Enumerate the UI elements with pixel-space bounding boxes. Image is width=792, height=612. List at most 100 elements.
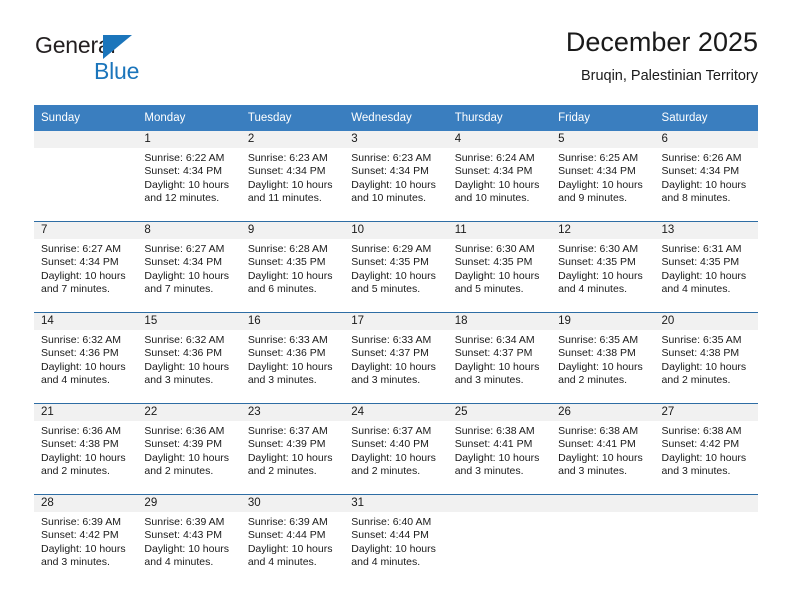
- day-cell[interactable]: 21 Sunrise: 6:36 AM Sunset: 4:38 PM Dayl…: [34, 403, 138, 495]
- sunset-text: Sunset: 4:34 PM: [247, 165, 326, 178]
- day-number: 2: [240, 131, 345, 148]
- day-cell[interactable]: [34, 131, 138, 222]
- day-cell[interactable]: [551, 494, 655, 585]
- day-cell[interactable]: 13 Sunrise: 6:31 AM Sunset: 4:35 PM Dayl…: [654, 221, 758, 313]
- sunset-text: Sunset: 4:38 PM: [661, 347, 740, 360]
- sunrise-text: Sunrise: 6:39 AM: [247, 516, 328, 528]
- sunset-text: Sunset: 4:38 PM: [558, 347, 636, 360]
- sunrise-text: Sunrise: 6:40 AM: [351, 516, 432, 528]
- day-cell[interactable]: 28 Sunrise: 6:39 AM Sunset: 4:42 PM Dayl…: [34, 494, 138, 585]
- day-cell[interactable]: 23 Sunrise: 6:37 AM Sunset: 4:39 PM Dayl…: [240, 403, 345, 495]
- day-cell[interactable]: 16 Sunrise: 6:33 AM Sunset: 4:36 PM Dayl…: [240, 312, 345, 404]
- daylight-text-line1: Daylight: 10 hours: [144, 178, 230, 191]
- daylight-text-line1: Daylight: 10 hours: [661, 269, 747, 282]
- daylight-text-line2: and 4 minutes.: [661, 283, 731, 296]
- day-cell[interactable]: 6 Sunrise: 6:26 AM Sunset: 4:34 PM Dayli…: [654, 131, 758, 222]
- day-cell[interactable]: 15 Sunrise: 6:32 AM Sunset: 4:36 PM Dayl…: [137, 312, 241, 404]
- daylight-text-line1: Daylight: 10 hours: [247, 542, 333, 555]
- day-info: [655, 512, 758, 516]
- day-info: Sunrise: 6:33 AM Sunset: 4:37 PM Dayligh…: [344, 330, 447, 388]
- day-number: [551, 495, 655, 512]
- daylight-text-line2: and 4 minutes.: [351, 556, 421, 569]
- day-cell[interactable]: 4 Sunrise: 6:24 AM Sunset: 4:34 PM Dayli…: [447, 131, 552, 222]
- day-cell[interactable]: 26 Sunrise: 6:38 AM Sunset: 4:41 PM Dayl…: [551, 403, 655, 495]
- day-number: 11: [447, 222, 552, 239]
- day-cell[interactable]: 12 Sunrise: 6:30 AM Sunset: 4:35 PM Dayl…: [551, 221, 655, 313]
- day-cell[interactable]: 3 Sunrise: 6:23 AM Sunset: 4:34 PM Dayli…: [344, 131, 448, 222]
- day-cell[interactable]: 30 Sunrise: 6:39 AM Sunset: 4:44 PM Dayl…: [240, 494, 345, 585]
- daylight-text-line2: and 2 minutes.: [661, 374, 731, 387]
- day-cell[interactable]: [447, 494, 552, 585]
- day-number: 25: [447, 404, 552, 421]
- day-number: 17: [344, 313, 448, 330]
- weekday-header-tuesday: Tuesday: [240, 105, 345, 131]
- day-info: Sunrise: 6:25 AM Sunset: 4:34 PM Dayligh…: [551, 148, 654, 206]
- day-number: 4: [447, 131, 552, 148]
- day-cell[interactable]: 8 Sunrise: 6:27 AM Sunset: 4:34 PM Dayli…: [137, 221, 241, 313]
- sunset-text: Sunset: 4:39 PM: [144, 438, 223, 451]
- page-title: December 2025: [565, 27, 758, 57]
- sunset-text: Sunset: 4:38 PM: [41, 438, 119, 451]
- day-number: 27: [654, 404, 758, 421]
- sunset-text: Sunset: 4:35 PM: [454, 256, 533, 269]
- sunset-text: Sunset: 4:42 PM: [661, 438, 740, 451]
- sunrise-text: Sunrise: 6:37 AM: [351, 425, 432, 437]
- day-number: 29: [137, 495, 241, 512]
- day-info: Sunrise: 6:29 AM Sunset: 4:35 PM Dayligh…: [344, 239, 447, 297]
- day-cell[interactable]: 27 Sunrise: 6:38 AM Sunset: 4:42 PM Dayl…: [654, 403, 758, 495]
- day-cell[interactable]: 22 Sunrise: 6:36 AM Sunset: 4:39 PM Dayl…: [137, 403, 241, 495]
- day-cell[interactable]: 31 Sunrise: 6:40 AM Sunset: 4:44 PM Dayl…: [344, 494, 448, 585]
- general-blue-logo[interactable]: General Blue: [34, 32, 194, 90]
- day-info: Sunrise: 6:32 AM Sunset: 4:36 PM Dayligh…: [137, 330, 240, 388]
- sunset-text: Sunset: 4:35 PM: [661, 256, 740, 269]
- day-cell[interactable]: 11 Sunrise: 6:30 AM Sunset: 4:35 PM Dayl…: [447, 221, 552, 313]
- daylight-text-line2: and 2 minutes.: [247, 465, 317, 478]
- day-number: 20: [654, 313, 758, 330]
- sunrise-text: Sunrise: 6:31 AM: [661, 243, 742, 255]
- sunrise-text: Sunrise: 6:24 AM: [454, 152, 535, 164]
- day-cell[interactable]: 2 Sunrise: 6:23 AM Sunset: 4:34 PM Dayli…: [240, 131, 345, 222]
- sunset-text: Sunset: 4:35 PM: [351, 256, 429, 269]
- day-cell[interactable]: 5 Sunrise: 6:25 AM Sunset: 4:34 PM Dayli…: [551, 131, 655, 222]
- day-info: Sunrise: 6:30 AM Sunset: 4:35 PM Dayligh…: [551, 239, 654, 297]
- daylight-text-line2: and 3 minutes.: [247, 374, 317, 387]
- day-cell[interactable]: 10 Sunrise: 6:29 AM Sunset: 4:35 PM Dayl…: [344, 221, 448, 313]
- day-info: Sunrise: 6:24 AM Sunset: 4:34 PM Dayligh…: [448, 148, 551, 206]
- day-cell[interactable]: 19 Sunrise: 6:35 AM Sunset: 4:38 PM Dayl…: [551, 312, 655, 404]
- daylight-text-line1: Daylight: 10 hours: [247, 178, 333, 191]
- daylight-text-line2: and 3 minutes.: [41, 556, 110, 569]
- day-cell[interactable]: 14 Sunrise: 6:32 AM Sunset: 4:36 PM Dayl…: [34, 312, 138, 404]
- sunrise-text: Sunrise: 6:35 AM: [661, 334, 742, 346]
- day-info: Sunrise: 6:39 AM Sunset: 4:44 PM Dayligh…: [241, 512, 344, 570]
- day-cell[interactable]: 20 Sunrise: 6:35 AM Sunset: 4:38 PM Dayl…: [654, 312, 758, 404]
- daylight-text-line1: Daylight: 10 hours: [41, 360, 126, 373]
- sunrise-text: Sunrise: 6:33 AM: [247, 334, 328, 346]
- daylight-text-line2: and 5 minutes.: [351, 283, 421, 296]
- sunrise-text: Sunrise: 6:23 AM: [247, 152, 328, 164]
- day-cell[interactable]: 25 Sunrise: 6:38 AM Sunset: 4:41 PM Dayl…: [447, 403, 552, 495]
- day-number: 26: [551, 404, 655, 421]
- day-cell[interactable]: 24 Sunrise: 6:37 AM Sunset: 4:40 PM Dayl…: [344, 403, 448, 495]
- day-cell[interactable]: 1 Sunrise: 6:22 AM Sunset: 4:34 PM Dayli…: [137, 131, 241, 222]
- daylight-text-line1: Daylight: 10 hours: [247, 269, 333, 282]
- day-cell[interactable]: 9 Sunrise: 6:28 AM Sunset: 4:35 PM Dayli…: [240, 221, 345, 313]
- day-number: 7: [34, 222, 138, 239]
- daylight-text-line1: Daylight: 10 hours: [144, 542, 230, 555]
- daylight-text-line2: and 10 minutes.: [351, 192, 426, 205]
- day-info: Sunrise: 6:26 AM Sunset: 4:34 PM Dayligh…: [655, 148, 758, 206]
- daylight-text-line2: and 3 minutes.: [144, 374, 214, 387]
- day-cell[interactable]: 7 Sunrise: 6:27 AM Sunset: 4:34 PM Dayli…: [34, 221, 138, 313]
- day-info: Sunrise: 6:27 AM Sunset: 4:34 PM Dayligh…: [34, 239, 137, 297]
- day-cell[interactable]: 17 Sunrise: 6:33 AM Sunset: 4:37 PM Dayl…: [344, 312, 448, 404]
- sunrise-text: Sunrise: 6:38 AM: [558, 425, 639, 437]
- day-cell[interactable]: 18 Sunrise: 6:34 AM Sunset: 4:37 PM Dayl…: [447, 312, 552, 404]
- day-number: 8: [137, 222, 241, 239]
- daylight-text-line1: Daylight: 10 hours: [351, 542, 436, 555]
- day-cell[interactable]: 29 Sunrise: 6:39 AM Sunset: 4:43 PM Dayl…: [137, 494, 241, 585]
- sunset-text: Sunset: 4:39 PM: [247, 438, 326, 451]
- day-cell[interactable]: [654, 494, 758, 585]
- daylight-text-line2: and 4 minutes.: [144, 556, 214, 569]
- day-info: Sunrise: 6:33 AM Sunset: 4:36 PM Dayligh…: [241, 330, 344, 388]
- sunset-text: Sunset: 4:43 PM: [144, 529, 223, 542]
- day-number: 3: [344, 131, 448, 148]
